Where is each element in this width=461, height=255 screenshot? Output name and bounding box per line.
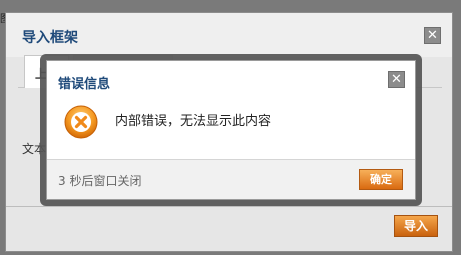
import-frame-close-button[interactable]: ✕ [424, 27, 441, 44]
error-message: 内部错误，无法显示此内容 [115, 114, 272, 129]
error-dialog-footer: 3 秒后窗口关闭 确定 [47, 159, 415, 199]
import-frame-title: 导入框架 [22, 30, 78, 46]
footer-divider [6, 206, 452, 207]
close-icon: ✕ [427, 28, 438, 43]
import-frame-header: 导入框架 ✕ [6, 13, 452, 57]
import-button[interactable]: 导入 [394, 215, 438, 237]
close-icon: ✕ [391, 72, 402, 87]
error-x-icon [64, 105, 98, 139]
error-dialog-header: 错误信息 ✕ [47, 61, 415, 97]
error-dialog-close-button[interactable]: ✕ [388, 71, 405, 88]
error-dialog: 错误信息 ✕ 内部错误，无法显示此内容 3 秒后窗口关闭 确定 [46, 60, 416, 200]
error-dialog-title: 错误信息 [58, 77, 111, 92]
confirm-button[interactable]: 确定 [359, 169, 403, 190]
auto-close-countdown: 3 秒后窗口关闭 [58, 174, 142, 188]
